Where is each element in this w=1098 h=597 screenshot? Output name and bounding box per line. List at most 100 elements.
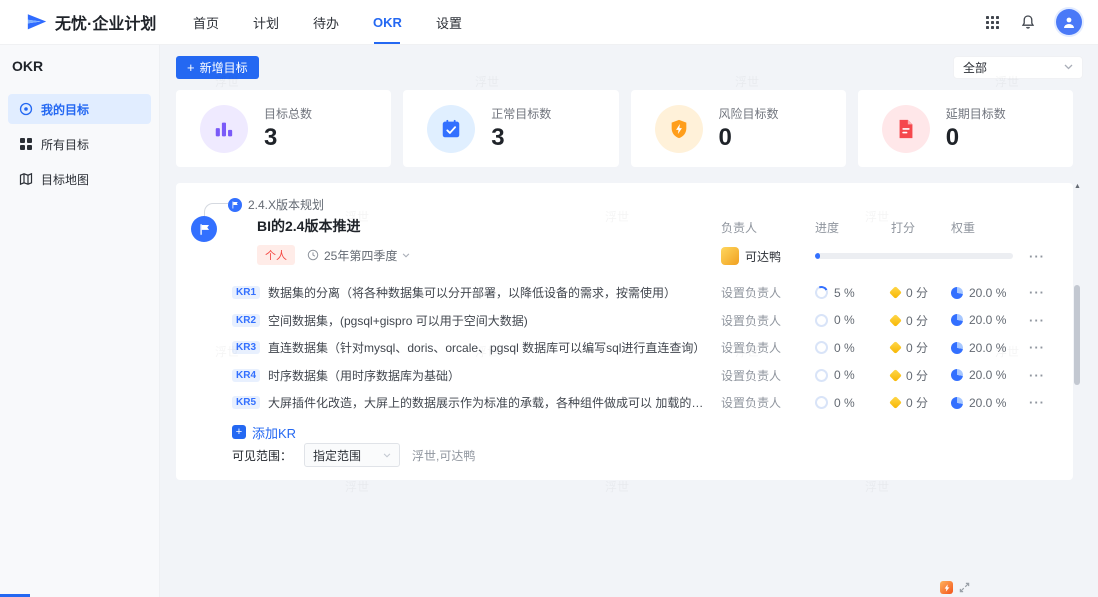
visibility-select[interactable]: 指定范围 <box>304 443 400 467</box>
apps-grid-icon[interactable] <box>985 15 1000 30</box>
kr-score-value: 0 分 <box>906 367 928 384</box>
stat-label: 延期目标数 <box>946 105 1006 122</box>
parent-flag-icon <box>228 198 242 212</box>
shield-bolt-icon <box>655 105 703 153</box>
objective-progress-bar <box>815 253 1013 259</box>
set-owner-link[interactable]: 设置负责人 <box>721 312 781 329</box>
user-avatar[interactable] <box>1056 9 1082 35</box>
set-owner-link[interactable]: 设置负责人 <box>721 284 781 301</box>
visibility-row: 可见范围： 指定范围 浮世,可达鸭 <box>232 443 475 467</box>
map-icon <box>19 172 33 186</box>
score-medal-icon <box>889 286 902 299</box>
period-select[interactable]: 25年第四季度 <box>307 247 410 264</box>
kr-row: KR4 时序数据集（用时序数据库为基础） 设置负责人 0 % 0 分 20.0 … <box>232 362 1053 390</box>
set-owner-link[interactable]: 设置负责人 <box>721 394 781 411</box>
kr-weight-value: 20.0 % <box>969 313 1006 327</box>
kr-row: KR5 大屏插件化改造，大屏上的数据展示作为标准的承载，各种组件做成可以 加载的… <box>232 389 1053 417</box>
column-header-owner: 负责人 <box>721 219 815 236</box>
plus-icon: + <box>187 61 195 74</box>
kr-weight-value: 20.0 % <box>969 341 1006 355</box>
kr-menu-button[interactable]: ··· <box>1029 395 1053 410</box>
grid-goals-icon <box>19 137 33 151</box>
set-owner-link[interactable]: 设置负责人 <box>721 367 781 384</box>
kr-menu-button[interactable]: ··· <box>1029 340 1053 355</box>
kr-menu-button[interactable]: ··· <box>1029 285 1053 300</box>
sidebar-title: OKR <box>0 45 159 94</box>
nav-item-todo[interactable]: 待办 <box>296 0 356 44</box>
objective-owner[interactable]: 可达鸭 <box>721 247 815 265</box>
visibility-select-value: 指定范围 <box>313 447 361 464</box>
weight-pie-icon <box>951 369 963 381</box>
stat-card-risk: 风险目标数 0 <box>631 90 846 167</box>
add-goal-button[interactable]: + 新增目标 <box>176 56 259 79</box>
stat-label: 正常目标数 <box>491 105 551 122</box>
stats-row: 目标总数 3 正常目标数 3 风险目标数 0 <box>176 90 1073 167</box>
set-owner-link[interactable]: 设置负责人 <box>721 339 781 356</box>
nav-item-okr[interactable]: OKR <box>356 0 419 44</box>
sidebar-item-all-goals[interactable]: 所有目标 <box>8 129 151 159</box>
score-medal-icon <box>889 369 902 382</box>
kr-text: 直连数据集（针对mysql、doris、orcale、pgsql 数据库可以编写… <box>268 339 721 356</box>
kr-weight-value: 20.0 % <box>969 396 1006 410</box>
progress-ring-icon <box>815 314 828 327</box>
kr-row: KR1 数据集的分离（将各种数据集可以分开部署，以降低设备的需求，按需使用） 设… <box>232 279 1053 307</box>
score-medal-icon <box>889 314 902 327</box>
notifications-bell-icon[interactable] <box>1020 14 1036 30</box>
expand-icon[interactable] <box>959 582 970 593</box>
sidebar-item-goal-map[interactable]: 目标地图 <box>8 164 151 194</box>
document-alert-icon <box>882 105 930 153</box>
toolbar: + 新增目标 全部 <box>176 55 1083 79</box>
kr-menu-button[interactable]: ··· <box>1029 313 1053 328</box>
kr-badge: KR5 <box>232 396 260 409</box>
main-nav: 首页 计划 待办 OKR 设置 <box>176 0 479 44</box>
target-icon <box>19 102 33 116</box>
kr-badge: KR2 <box>232 314 260 327</box>
parent-objective[interactable]: 2.4.X版本规划 <box>228 196 324 213</box>
filter-select-value: 全部 <box>963 59 987 76</box>
sidebar-item-label: 我的目标 <box>41 101 89 118</box>
objective-flag-icon <box>191 216 217 242</box>
score-medal-icon <box>889 341 902 354</box>
scrollbar-thumb[interactable] <box>1074 285 1080 385</box>
weight-pie-icon <box>951 314 963 326</box>
weight-pie-icon <box>951 287 963 299</box>
nav-item-plan[interactable]: 计划 <box>236 0 296 44</box>
weight-pie-icon <box>951 342 963 354</box>
kr-progress-value: 0 % <box>834 396 855 410</box>
clock-icon <box>307 249 319 261</box>
score-medal-icon <box>889 396 902 409</box>
chevron-down-icon <box>1064 64 1073 70</box>
main-content: + 新增目标 全部 目标总数 3 <box>160 45 1098 597</box>
kr-score-value: 0 分 <box>906 284 928 301</box>
add-kr-label: 添加KR <box>252 423 296 442</box>
owner-avatar <box>721 247 739 265</box>
sidebar-item-my-goals[interactable]: 我的目标 <box>8 94 151 124</box>
kr-text: 数据集的分离（将各种数据集可以分开部署，以降低设备的需求，按需使用） <box>268 284 721 301</box>
progress-ring-icon <box>815 341 828 354</box>
kr-score-value: 0 分 <box>906 339 928 356</box>
kr-progress-value: 0 % <box>834 368 855 382</box>
logo-icon <box>26 11 48 33</box>
logo-text: 无忧·企业计划 <box>55 10 156 34</box>
filter-select[interactable]: 全部 <box>953 56 1083 79</box>
nav-item-home[interactable]: 首页 <box>176 0 236 44</box>
stat-label: 风险目标数 <box>719 105 779 122</box>
kr-score-value: 0 分 <box>906 394 928 411</box>
plus-icon: + <box>232 425 246 439</box>
scrollbar[interactable]: ▲ <box>1074 183 1081 595</box>
stat-card-delayed: 延期目标数 0 <box>858 90 1073 167</box>
nav-item-settings[interactable]: 设置 <box>419 0 479 44</box>
kr-progress-value: 0 % <box>834 341 855 355</box>
kr-menu-button[interactable]: ··· <box>1029 368 1053 383</box>
objective-menu-button[interactable]: ··· <box>1029 249 1053 264</box>
kr-row: KR2 空间数据集，(pgsql+gispro 可以用于空间大数据) 设置负责人… <box>232 307 1053 335</box>
period-value: 25年第四季度 <box>324 247 397 264</box>
kr-text: 时序数据集（用时序数据库为基础） <box>268 367 721 384</box>
topbar-actions <box>985 9 1098 35</box>
kr-row: KR3 直连数据集（针对mysql、doris、orcale、pgsql 数据库… <box>232 334 1053 362</box>
devtools-icon[interactable] <box>940 581 953 594</box>
add-kr-button[interactable]: + 添加KR <box>232 423 296 442</box>
kr-weight-value: 20.0 % <box>969 368 1006 382</box>
scrollbar-up-arrow[interactable]: ▲ <box>1074 183 1081 191</box>
app-window: 无忧·企业计划 首页 计划 待办 OKR 设置 OKR <box>0 0 1098 597</box>
